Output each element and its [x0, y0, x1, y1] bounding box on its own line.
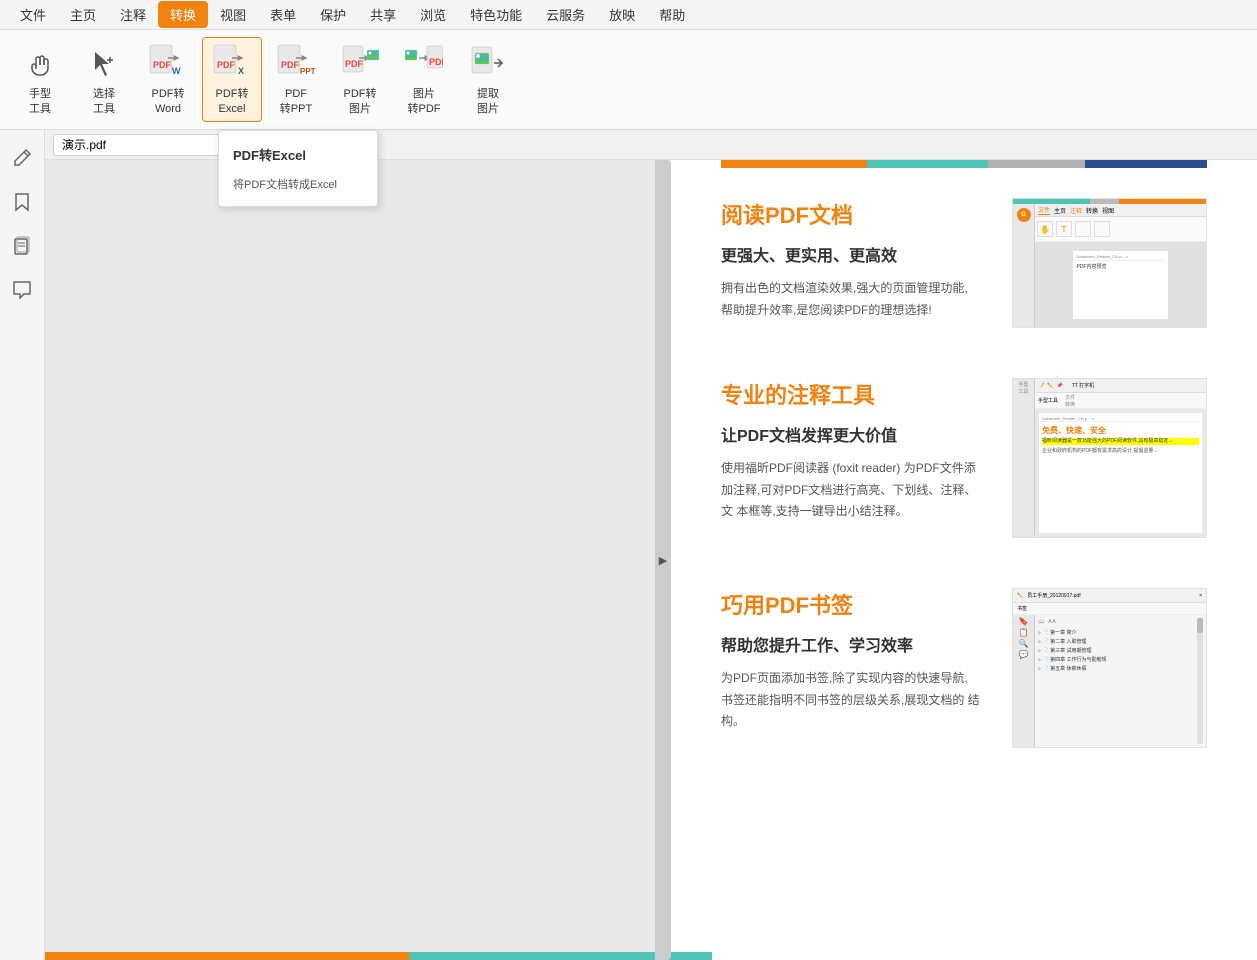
pdf-to-excel-label: PDF转Excel [216, 87, 249, 116]
hand-tool-label: 手型工具 [29, 87, 51, 116]
svg-text:X: X [238, 66, 244, 76]
bookmark-subtitle: 帮助您提升工作、学习效率 [721, 632, 982, 656]
menu-cloud[interactable]: 云服务 [534, 1, 597, 28]
left-sidebar [0, 130, 45, 960]
image-pdf-icon: PDF [404, 43, 444, 83]
select-tool-button[interactable]: 选择工具 [74, 37, 134, 122]
color-bar-teal [867, 160, 989, 168]
svg-text:PDF: PDF [281, 60, 300, 70]
color-bar-blue [1085, 160, 1207, 168]
svg-text:PDF: PDF [429, 57, 443, 67]
comment-icon[interactable] [4, 272, 40, 308]
pdf-to-word-label: PDF转Word [152, 87, 185, 116]
annotate-title: 专业的注释工具 [721, 378, 982, 410]
collapse-button[interactable]: ▶ [655, 160, 671, 960]
color-bar-gray [988, 160, 1085, 168]
dropdown-popup: PDF转Excel 将PDF文档转成Excel [218, 130, 378, 207]
svg-text:PDF: PDF [345, 59, 364, 69]
menu-view[interactable]: 视图 [208, 1, 258, 28]
bookmark-icon[interactable] [4, 184, 40, 220]
menu-browse[interactable]: 浏览 [408, 1, 458, 28]
menu-home[interactable]: 主页 [58, 1, 108, 28]
pdf-to-ppt-label: PDF转PPT [280, 87, 312, 116]
image-to-pdf-label: 图片转PDF [408, 87, 441, 116]
bookmark-title: 巧用PDF书签 [721, 588, 982, 620]
select-tool-label: 选择工具 [93, 87, 115, 116]
menu-help[interactable]: 帮助 [647, 1, 697, 28]
annotate-subtitle: 让PDF文档发挥更大价值 [721, 422, 982, 446]
hand-icon [20, 43, 60, 83]
pdf-excel-icon: PDF X [212, 43, 252, 83]
dropdown-subtitle: 将PDF文档转成Excel [219, 170, 377, 198]
bottom-color-bar [45, 952, 1257, 960]
toolbar: 手型工具 选择工具 PDF W PDF转Word [0, 30, 1257, 130]
extract-icon [468, 43, 508, 83]
color-bar [721, 160, 1207, 168]
menu-convert[interactable]: 转换 [158, 1, 208, 28]
pages-icon[interactable] [4, 228, 40, 264]
menu-table[interactable]: 表单 [258, 1, 308, 28]
read-preview: G 文件 主页 注释 转换 视图 ✋ [1012, 198, 1207, 328]
menu-protect[interactable]: 保护 [308, 1, 358, 28]
color-bar-orange [721, 160, 867, 168]
read-subtitle: 更强大、更实用、更高效 [721, 242, 982, 266]
menu-feature[interactable]: 特色功能 [458, 1, 534, 28]
svg-text:W: W [172, 66, 181, 76]
menu-file[interactable]: 文件 [8, 1, 58, 28]
pdf-section-read: 阅读PDF文档 更强大、更实用、更高效 拥有出色的文档渲染效果,强大的页面管理功… [721, 198, 1207, 328]
main-content: ▶ 阅读PDF文档 更强大、更实用、更高效 拥有出色的文档渲染效果,强大的页面管… [45, 160, 1257, 960]
annotate-preview: 手型工具 📝✏️📌 TT 打字机 手型工具 文件转换 [1012, 378, 1207, 538]
extract-image-label: 提取图片 [477, 87, 499, 116]
image-to-pdf-button[interactable]: PDF 图片转PDF [394, 37, 454, 122]
svg-text:PDF: PDF [217, 60, 236, 70]
read-desc: 拥有出色的文档渲染效果,强大的页面管理功能, 帮助提升效率,是您阅读PDF的理想… [721, 278, 982, 321]
pdf-text-bookmark: 巧用PDF书签 帮助您提升工作、学习效率 为PDF页面添加书签,除了实现内容的快… [721, 588, 982, 748]
right-panel: 阅读PDF文档 更强大、更实用、更高效 拥有出色的文档渲染效果,强大的页面管理功… [671, 160, 1257, 960]
annotate-desc: 使用福昕PDF阅读器 (foxit reader) 为PDF文件添 加注释,可对… [721, 458, 982, 523]
left-panel [45, 160, 655, 960]
cursor-icon [84, 43, 124, 83]
pdf-text-annotate: 专业的注释工具 让PDF文档发挥更大价值 使用福昕PDF阅读器 (foxit r… [721, 378, 982, 538]
read-title: 阅读PDF文档 [721, 198, 982, 230]
pdf-text-read: 阅读PDF文档 更强大、更实用、更高效 拥有出色的文档渲染效果,强大的页面管理功… [721, 198, 982, 328]
pencil-icon[interactable] [4, 140, 40, 176]
svg-text:PDF: PDF [153, 60, 172, 70]
menu-bar: 文件 主页 注释 转换 视图 表单 保护 共享 浏览 特色功能 云服务 放映 帮… [0, 0, 1257, 30]
hand-tool-button[interactable]: 手型工具 [10, 37, 70, 122]
menu-share[interactable]: 共享 [358, 1, 408, 28]
pdf-image-icon: PDF [340, 43, 380, 83]
pdf-word-icon: PDF W [148, 43, 188, 83]
dropdown-title[interactable]: PDF转Excel [219, 139, 377, 170]
menu-annotate[interactable]: 注释 [108, 1, 158, 28]
extract-image-button[interactable]: 提取图片 [458, 37, 518, 122]
pdf-to-excel-button[interactable]: PDF X PDF转Excel [202, 37, 262, 122]
bookmark-preview: ✏️ 员工手册_20120917.pdf × 书签 🔖 📋 🔍 💬 [1012, 588, 1207, 748]
pdf-to-image-button[interactable]: PDF PDF转图片 [330, 37, 390, 122]
pdf-to-ppt-button[interactable]: PDF PPT PDF转PPT [266, 37, 326, 122]
svg-text:PPT: PPT [300, 67, 316, 76]
pdf-section-bookmark: 巧用PDF书签 帮助您提升工作、学习效率 为PDF页面添加书签,除了实现内容的快… [721, 588, 1207, 748]
pdf-to-image-label: PDF转图片 [344, 87, 377, 116]
pdf-to-word-button[interactable]: PDF W PDF转Word [138, 37, 198, 122]
pdf-ppt-icon: PDF PPT [276, 43, 316, 83]
menu-present[interactable]: 放映 [597, 1, 647, 28]
pdf-section-annotate: 专业的注释工具 让PDF文档发挥更大价值 使用福昕PDF阅读器 (foxit r… [721, 378, 1207, 538]
bookmark-desc: 为PDF页面添加书签,除了实现内容的快速导航, 书签还能指明不同书签的层级关系,… [721, 668, 982, 733]
bottom-bar-orange [45, 952, 409, 960]
